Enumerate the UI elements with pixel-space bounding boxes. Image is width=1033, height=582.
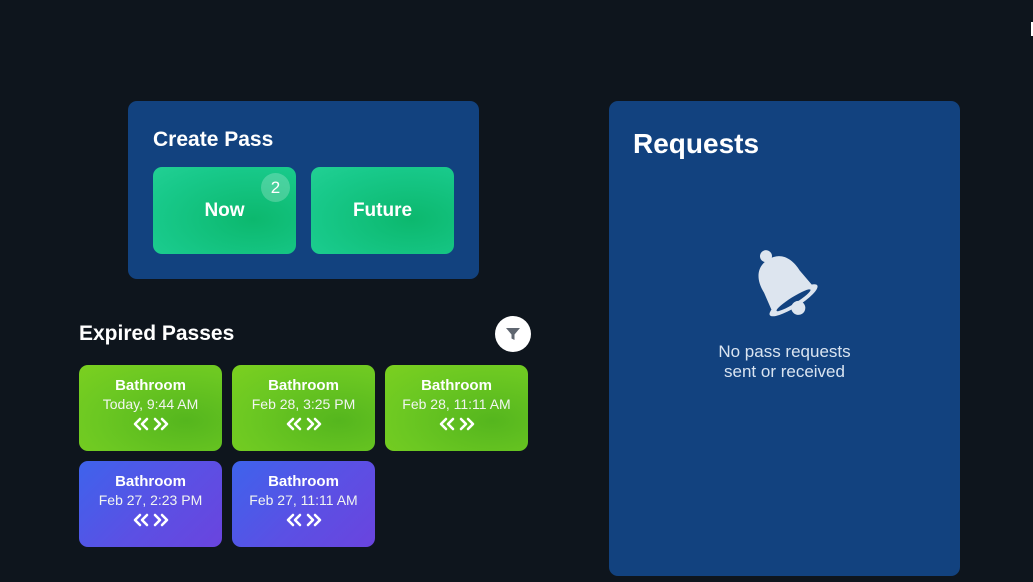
now-button-label: Now <box>204 199 245 221</box>
pass-time: Today, 9:44 AM <box>102 396 199 412</box>
chevrons-left-icon <box>133 417 148 431</box>
chevrons-left-icon <box>133 513 148 527</box>
empty-requests-message: No pass requests sent or received <box>609 342 960 382</box>
chevrons-left-icon <box>439 417 454 431</box>
now-count-badge: 2 <box>261 173 290 202</box>
pass-time: Feb 27, 2:23 PM <box>98 492 203 508</box>
pass-destination: Bathroom <box>268 473 339 490</box>
expired-pass-tile[interactable]: Bathroom Feb 27, 2:23 PM <box>79 461 222 547</box>
pass-time: Feb 27, 11:11 AM <box>249 492 358 508</box>
empty-requests-line: sent or received <box>724 362 845 381</box>
pass-arrows <box>232 513 375 527</box>
filter-button[interactable] <box>495 316 531 352</box>
requests-panel: Requests No pass requests sent or receiv… <box>609 101 960 576</box>
create-pass-title: Create Pass <box>153 128 274 151</box>
now-button[interactable]: Now 2 <box>153 167 296 254</box>
future-button[interactable]: Future <box>311 167 454 254</box>
chevrons-right-icon <box>306 417 321 431</box>
pass-arrows <box>385 417 528 431</box>
expired-pass-tile[interactable]: Bathroom Feb 28, 11:11 AM <box>385 365 528 451</box>
chevrons-right-icon <box>306 513 321 527</box>
chevrons-right-icon <box>153 513 168 527</box>
expired-pass-tile[interactable]: Bathroom Today, 9:44 AM <box>79 365 222 451</box>
chevrons-left-icon <box>286 513 301 527</box>
pass-destination: Bathroom <box>421 377 492 394</box>
pass-arrows <box>79 417 222 431</box>
filter-icon <box>506 328 520 340</box>
chevrons-right-icon <box>459 417 474 431</box>
chevrons-left-icon <box>286 417 301 431</box>
bell-icon <box>758 250 818 317</box>
requests-title: Requests <box>633 128 760 159</box>
pass-time: Feb 28, 3:25 PM <box>251 396 356 412</box>
expired-pass-tile[interactable]: Bathroom Feb 27, 11:11 AM <box>232 461 375 547</box>
pass-destination: Bathroom <box>268 377 339 394</box>
pass-destination: Bathroom <box>115 377 186 394</box>
empty-requests-line: No pass requests <box>718 342 851 361</box>
pass-time: Feb 28, 11:11 AM <box>402 396 511 412</box>
create-pass-card: Create Pass Now 2 Future <box>128 101 479 279</box>
pass-arrows <box>79 513 222 527</box>
expired-passes-title: Expired Passes <box>79 322 235 345</box>
pass-arrows <box>232 417 375 431</box>
expired-pass-tile[interactable]: Bathroom Feb 28, 3:25 PM <box>232 365 375 451</box>
pass-destination: Bathroom <box>115 473 186 490</box>
chevrons-right-icon <box>153 417 168 431</box>
future-button-label: Future <box>352 199 413 221</box>
